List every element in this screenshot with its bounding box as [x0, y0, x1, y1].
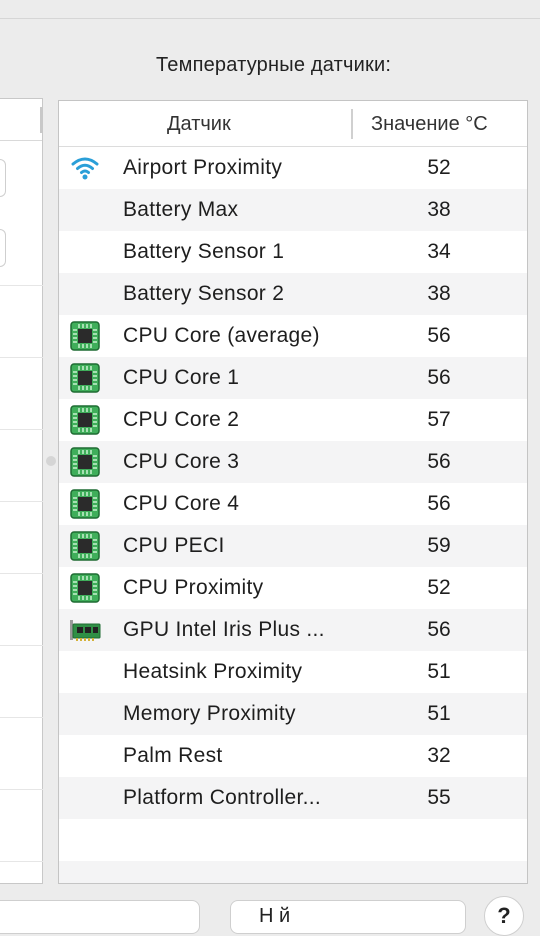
chip-icon [69, 404, 101, 436]
sensor-value: 56 [427, 450, 451, 473]
bottom-button-label: Н й [259, 905, 291, 927]
column-header-sensor[interactable]: Датчик [167, 101, 231, 147]
left-panel-divider [0, 573, 43, 574]
left-panel-divider [0, 429, 43, 430]
sensor-value: 52 [427, 156, 451, 179]
column-separator [40, 107, 42, 133]
chip-icon [69, 488, 101, 520]
sensor-value: 56 [427, 366, 451, 389]
sensor-name: Battery Max [123, 198, 239, 221]
left-panel [0, 98, 43, 884]
left-panel-divider [0, 501, 43, 502]
sensor-name: CPU Core 4 [123, 492, 240, 515]
table-row[interactable]: CPU Proximity 52 [59, 567, 527, 609]
column-separator[interactable] [351, 109, 353, 139]
table-body: Airport Proximity 52 Battery Max 38 Battery … [59, 147, 527, 883]
sensor-name: Battery Sensor 1 [123, 240, 285, 263]
bottom-button-middle[interactable]: Н й [230, 900, 466, 934]
sensor-name: Battery Sensor 2 [123, 282, 285, 305]
table-row[interactable]: CPU Core 4 56 [59, 483, 527, 525]
table-row[interactable]: CPU Core 3 56 [59, 441, 527, 483]
table-row[interactable]: Battery Sensor 2 38 [59, 273, 527, 315]
left-panel-divider [0, 717, 43, 718]
table-row[interactable]: Platform Controller... 55 [59, 777, 527, 819]
sensors-table[interactable]: Датчик Значение °C Airport Proximity 52 Ba… [58, 100, 528, 884]
left-panel-header [0, 99, 42, 141]
table-row[interactable]: CPU Core 1 56 [59, 357, 527, 399]
gpu-card-icon [69, 614, 101, 646]
table-row[interactable]: CPU PECI 59 [59, 525, 527, 567]
sensor-name: Palm Rest [123, 744, 223, 767]
sensor-name: CPU Core 2 [123, 408, 240, 431]
table-row[interactable]: Palm Rest 32 [59, 735, 527, 777]
sensor-value: 34 [427, 240, 451, 263]
sensor-name: Heatsink Proximity [123, 660, 303, 683]
chip-icon [69, 362, 101, 394]
top-divider [0, 18, 540, 19]
sensor-value: 38 [427, 198, 451, 221]
left-panel-divider [0, 861, 43, 862]
sensor-name: Platform Controller... [123, 786, 321, 809]
table-row[interactable]: CPU Core 2 57 [59, 399, 527, 441]
table-row[interactable]: Battery Max 38 [59, 189, 527, 231]
sensor-value: 51 [427, 660, 451, 683]
sensor-name: CPU Core (average) [123, 324, 320, 347]
sensor-name: CPU Core 3 [123, 450, 240, 473]
chip-icon [69, 530, 101, 562]
sensor-value: 59 [427, 534, 451, 557]
sensor-name: CPU PECI [123, 534, 225, 557]
table-row[interactable]: Heatsink Proximity 51 [59, 651, 527, 693]
sensor-name: GPU Intel Iris Plus ... [123, 618, 325, 641]
left-panel-divider [0, 285, 43, 286]
sensor-value: 55 [427, 786, 451, 809]
empty-row [59, 819, 527, 861]
wifi-icon [69, 152, 101, 184]
sensor-value: 52 [427, 576, 451, 599]
sensor-value: 32 [427, 744, 451, 767]
help-button[interactable]: ? [484, 896, 524, 936]
empty-row [59, 861, 527, 883]
sensor-name: CPU Core 1 [123, 366, 240, 389]
sensor-value: 38 [427, 282, 451, 305]
left-panel-divider [0, 357, 43, 358]
sensor-value: 56 [427, 492, 451, 515]
split-view-handle[interactable] [46, 456, 56, 466]
sensor-name: Airport Proximity [123, 156, 283, 179]
chip-icon [69, 446, 101, 478]
table-row[interactable]: Battery Sensor 1 34 [59, 231, 527, 273]
sensor-value: 51 [427, 702, 451, 725]
table-row[interactable]: Airport Proximity 52 [59, 147, 527, 189]
chip-icon [69, 320, 101, 352]
left-panel-field[interactable] [0, 159, 6, 197]
sensor-value: 56 [427, 324, 451, 347]
section-title: Температурные датчики: [156, 54, 392, 76]
bottom-button-left[interactable] [0, 900, 200, 934]
chip-icon [69, 572, 101, 604]
table-header: Датчик Значение °C [59, 101, 527, 147]
left-panel-divider [0, 789, 43, 790]
table-row[interactable]: Memory Proximity 51 [59, 693, 527, 735]
sensor-name: Memory Proximity [123, 702, 296, 725]
sensor-value: 56 [427, 618, 451, 641]
table-row[interactable]: GPU Intel Iris Plus ... 56 [59, 609, 527, 651]
left-panel-divider [0, 645, 43, 646]
sensor-value: 57 [427, 408, 451, 431]
sensor-name: CPU Proximity [123, 576, 264, 599]
column-header-value[interactable]: Значение °C [371, 101, 488, 147]
table-row[interactable]: CPU Core (average) 56 [59, 315, 527, 357]
left-panel-field[interactable] [0, 229, 6, 267]
